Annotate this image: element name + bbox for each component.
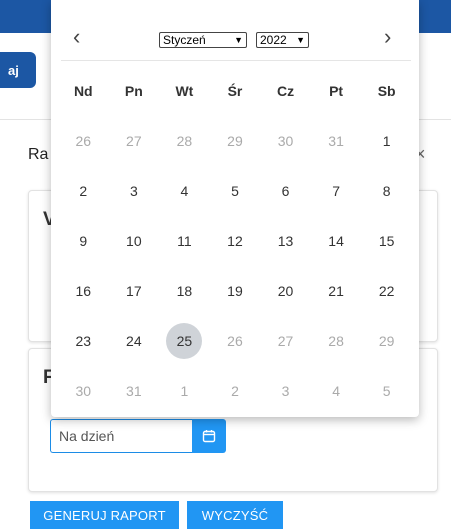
today-highlight: 25 [166, 323, 203, 359]
calendar-day[interactable]: 4 [159, 183, 210, 199]
calendar-week-row: 16 17 18 19 20 21 22 [58, 266, 412, 316]
calendar-day[interactable]: 2 [210, 383, 261, 399]
chevron-down-icon: ▼ [296, 35, 305, 45]
calendar-day[interactable]: 26 [58, 133, 109, 149]
weekday-label: Wt [175, 83, 194, 99]
calendar-day[interactable]: 6 [260, 183, 311, 199]
calendar-day[interactable]: 20 [260, 283, 311, 299]
calendar-day[interactable]: 24 [109, 333, 160, 349]
year-select[interactable]: 2022 ▼ [256, 32, 309, 48]
toolbar-button[interactable]: aj [0, 52, 36, 88]
weekday-label: Cz [276, 83, 295, 99]
clear-button[interactable]: WYCZYŚĆ [187, 501, 283, 529]
calendar-day[interactable]: 7 [311, 183, 362, 199]
calendar-day[interactable]: 10 [109, 233, 160, 249]
calendar-week-row: 23 24 25 26 27 28 29 [58, 316, 412, 366]
calendar-day[interactable]: 29 [210, 133, 261, 149]
calendar-weeks: 26 27 28 29 30 31 1 2 3 4 5 6 7 8 9 10 11 12 13 14 15 16 17 18 1… [58, 116, 412, 416]
calendar-week-row: 9 10 11 12 13 14 15 [58, 216, 412, 266]
calendar-button[interactable] [192, 419, 226, 453]
calendar-day[interactable]: 19 [210, 283, 261, 299]
calendar-day[interactable]: 28 [159, 133, 210, 149]
calendar-week-row: 2345678 [58, 166, 412, 216]
calendar-day[interactable]: 27 [260, 333, 311, 349]
calendar-day[interactable]: 28 [311, 333, 362, 349]
header-divider [61, 60, 411, 61]
calendar-day[interactable]: 1 [159, 383, 210, 399]
chevron-down-icon: ▼ [234, 35, 243, 45]
modal-title: Ra [28, 146, 49, 163]
calendar-day[interactable]: 5 [210, 183, 261, 199]
calendar-day[interactable]: 29 [361, 333, 412, 349]
calendar-day[interactable]: 5 [361, 383, 412, 399]
date-input[interactable] [50, 419, 192, 453]
calendar-day[interactable]: 31 [109, 383, 160, 399]
calendar-day[interactable]: 9 [58, 233, 109, 249]
calendar-week-row: 30 31 1 2 3 4 5 [58, 366, 412, 416]
weekday-label: Pt [329, 83, 344, 99]
calendar-day-today[interactable]: 25 [159, 323, 210, 359]
calendar-day[interactable]: 8 [361, 183, 412, 199]
weekday-label: Sb [377, 83, 396, 99]
month-select[interactable]: Styczeń ▼ [159, 32, 247, 48]
calendar-day[interactable]: 22 [361, 283, 412, 299]
calendar-day[interactable]: 23 [58, 333, 109, 349]
weekday-label: Pn [124, 83, 143, 99]
calendar-icon [202, 430, 216, 443]
weekday-label: Nd [73, 83, 93, 99]
calendar-day[interactable]: 30 [58, 383, 109, 399]
calendar-day[interactable]: 30 [260, 133, 311, 149]
calendar-day[interactable]: 16 [58, 283, 109, 299]
calendar-day[interactable]: 26 [210, 333, 261, 349]
calendar-day[interactable]: 3 [109, 183, 160, 199]
calendar-day[interactable]: 18 [159, 283, 210, 299]
calendar-day[interactable]: 1 [361, 133, 412, 149]
calendar-day[interactable]: 21 [311, 283, 362, 299]
calendar-day[interactable]: 13 [260, 233, 311, 249]
datepicker-popup: ‹ › Styczeń ▼ 2022 ▼ Nd Pn Wt Śr Cz Pt S… [51, 0, 419, 417]
calendar-day[interactable]: 12 [210, 233, 261, 249]
calendar-day[interactable]: 17 [109, 283, 160, 299]
weekday-label: Śr [227, 83, 243, 99]
next-month-icon[interactable]: › [384, 26, 391, 48]
calendar-week-row: 26 27 28 29 30 31 1 [58, 116, 412, 166]
previous-month-icon[interactable]: ‹ [73, 26, 80, 48]
calendar-day[interactable]: 4 [311, 383, 362, 399]
calendar-day[interactable]: 15 [361, 233, 412, 249]
calendar-grid: Nd Pn Wt Śr Cz Pt Sb 26 27 28 29 30 31 1 2 3 4 5 6 7… [58, 66, 412, 416]
toolbar-button-label: aj [8, 62, 19, 78]
year-select-value: 2022 [260, 33, 287, 47]
calendar-day[interactable]: 14 [311, 233, 362, 249]
calendar-day[interactable]: 31 [311, 133, 362, 149]
month-select-value: Styczeń [163, 33, 206, 47]
calendar-day[interactable]: 3 [260, 383, 311, 399]
calendar-day[interactable]: 2 [58, 183, 109, 199]
calendar-day[interactable]: 11 [159, 233, 210, 249]
generate-report-button[interactable]: GENERUJ RAPORT [30, 501, 179, 529]
calendar-day[interactable]: 27 [109, 133, 160, 149]
weekday-header-row: Nd Pn Wt Śr Cz Pt Sb [58, 66, 412, 116]
